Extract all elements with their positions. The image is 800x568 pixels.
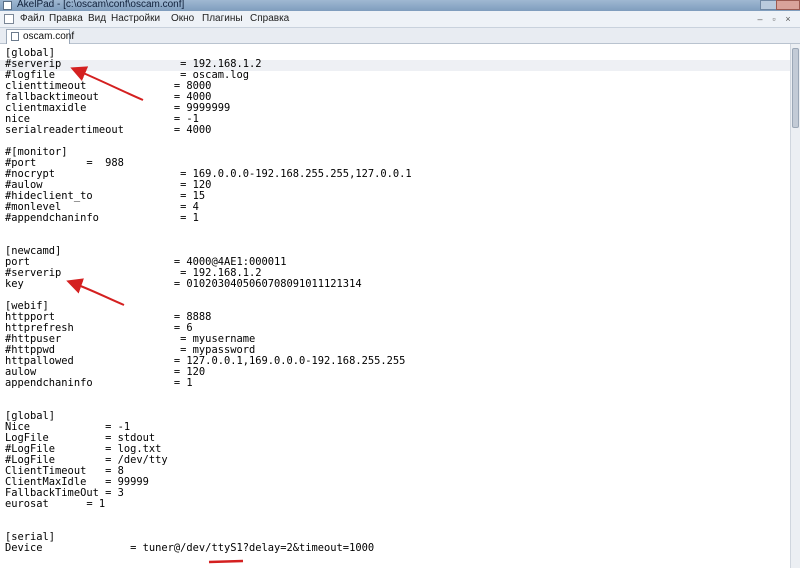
scrollbar-thumb[interactable]: [792, 48, 799, 128]
menu-settings[interactable]: Настройки: [111, 13, 160, 24]
window-title: AkelPad - [c:\oscam\conf\oscam.conf]: [17, 0, 185, 10]
close-button[interactable]: [776, 0, 800, 10]
code-line: key = 0102030405060708091011121314: [5, 278, 362, 290]
menu-bar: Файл Правка Вид Настройки Окно Плагины С…: [0, 11, 800, 28]
vertical-scrollbar[interactable]: [790, 44, 800, 568]
menu-edit[interactable]: Правка: [49, 13, 83, 24]
code-line: eurosat = 1: [5, 498, 106, 510]
menu-plugins[interactable]: Плагины: [202, 13, 243, 24]
mdi-restore-icon[interactable]: ▫: [768, 13, 780, 25]
document-menu-icon[interactable]: [4, 14, 14, 24]
menu-help[interactable]: Справка: [250, 13, 289, 24]
code-line: Device = tuner@/dev/ttyS1?delay=2&timeou…: [5, 542, 375, 554]
code-line: serialreadertimeout = 4000: [5, 124, 212, 136]
menu-file[interactable]: Файл: [20, 13, 45, 24]
mdi-close-icon[interactable]: ×: [782, 13, 794, 25]
app-icon: [3, 1, 12, 10]
code-line: appendchaninfo = 1: [5, 377, 193, 389]
menu-window[interactable]: Окно: [171, 13, 194, 24]
title-bar: AkelPad - [c:\oscam\conf\oscam.conf]: [0, 0, 800, 11]
tab-label: oscam.conf: [23, 31, 75, 42]
code-line: #appendchaninfo = 1: [5, 212, 199, 224]
tab-bar: oscam.conf: [0, 28, 800, 44]
mdi-minimize-icon[interactable]: –: [754, 13, 766, 25]
document-icon: [11, 32, 19, 41]
menu-view[interactable]: Вид: [88, 13, 106, 24]
text-editor[interactable]: [global] #serverip = 192.168.1.2 #logfile …: [0, 44, 790, 568]
tab-oscam-conf[interactable]: oscam.conf: [6, 29, 74, 44]
